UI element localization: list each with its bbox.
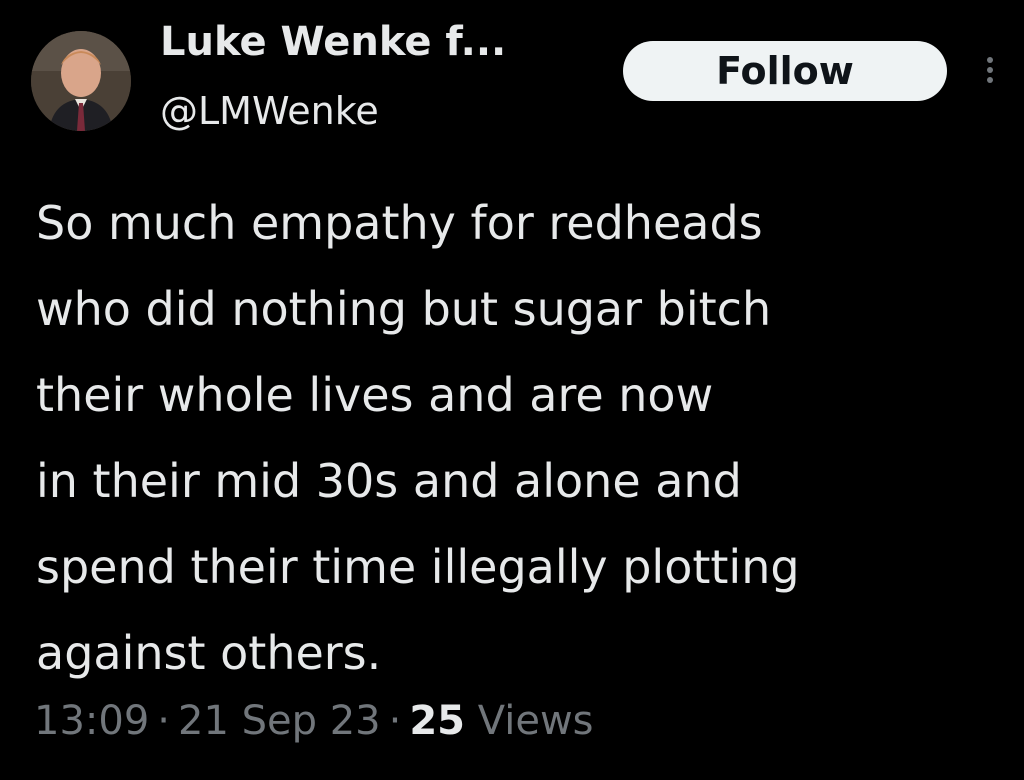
tweet-text-line: who did nothing but sugar bitch bbox=[36, 282, 772, 336]
tweet-text: So much empathy for redheads who did not… bbox=[36, 180, 1011, 696]
views-count[interactable]: 25 bbox=[409, 698, 465, 744]
tweet-text-line: their whole lives and are now bbox=[36, 368, 714, 422]
tweet-meta: 13:09 · 21 Sep 23 · 25 Views bbox=[34, 693, 594, 749]
more-options-button[interactable] bbox=[978, 52, 1002, 88]
avatar-image bbox=[31, 31, 131, 131]
tweet-text-line: spend their time illegally plotting bbox=[36, 540, 800, 594]
author-avatar[interactable] bbox=[31, 31, 131, 131]
tweet-text-line: in their mid 30s and alone and bbox=[36, 454, 742, 508]
meta-separator: · bbox=[157, 698, 170, 744]
follow-button[interactable]: Follow bbox=[623, 41, 947, 101]
more-vertical-icon bbox=[987, 57, 993, 83]
views-label[interactable]: Views bbox=[478, 698, 594, 744]
author-display-name[interactable]: Luke Wenke f... bbox=[160, 14, 506, 70]
tweet: Luke Wenke f... @LMWenke Follow So much … bbox=[0, 0, 1024, 780]
tweet-date[interactable]: 21 Sep 23 bbox=[178, 698, 381, 744]
meta-separator: · bbox=[388, 698, 402, 744]
tweet-text-line: So much empathy for redheads bbox=[36, 196, 763, 250]
tweet-text-line: against others. bbox=[36, 626, 382, 680]
tweet-time[interactable]: 13:09 bbox=[34, 698, 149, 744]
author-handle[interactable]: @LMWenke bbox=[160, 84, 379, 138]
